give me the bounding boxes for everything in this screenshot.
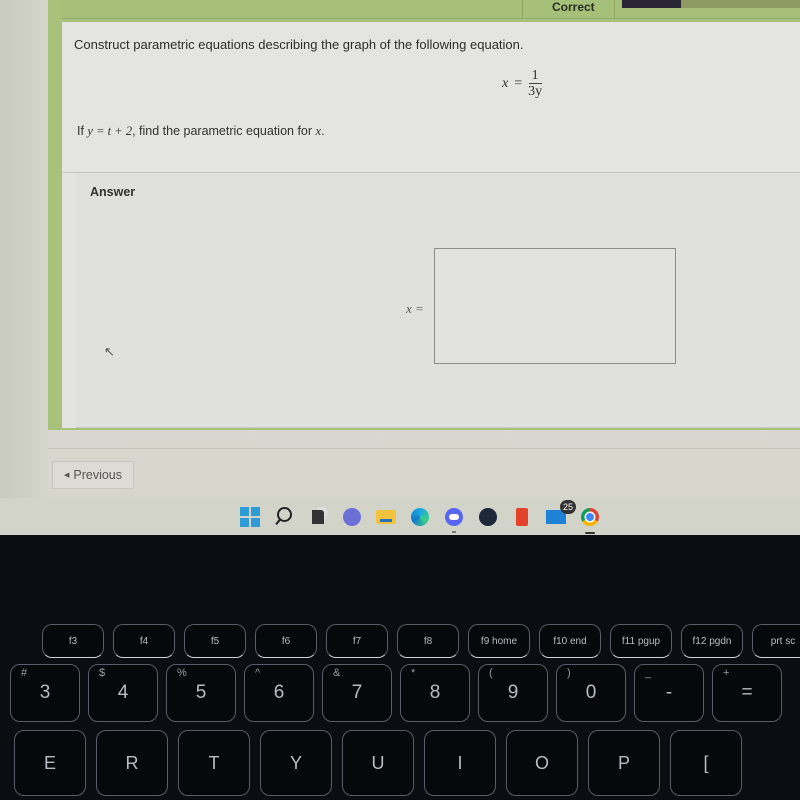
key-fn: f6	[255, 624, 317, 658]
fraction: 1 3y	[528, 68, 542, 99]
screen: Correct Construct parametric equations d…	[0, 0, 800, 535]
key-number: + =	[712, 664, 782, 722]
key-label: 7	[351, 682, 363, 703]
mouse-cursor-icon: ↖	[104, 344, 115, 359]
key-letter: Y	[260, 730, 332, 796]
key-fn: f7	[326, 624, 388, 658]
given-equation: x = 1 3y	[502, 68, 542, 99]
key-fn: f8	[397, 624, 459, 658]
laptop-keyboard: f3 f4 f5 f6 f7 f8 f9 home f10 end f11 pgup f12 pg…	[0, 620, 800, 800]
key-number: ) 0	[556, 664, 626, 722]
edge-browser-icon[interactable]	[409, 506, 431, 528]
key-shift-label: &	[333, 667, 341, 679]
windows-start-icon[interactable]	[239, 506, 261, 528]
key-shift-label: )	[567, 667, 571, 679]
fraction-denominator: 3y	[528, 84, 543, 99]
question-header-bar: Correct	[62, 0, 800, 19]
teams-chat-icon[interactable]	[341, 506, 363, 528]
key-label: 3	[39, 682, 51, 703]
steam-icon[interactable]	[477, 506, 499, 528]
key-number: (9	[478, 664, 548, 722]
key-shift-label: $	[99, 667, 106, 679]
file-explorer-icon[interactable]	[375, 506, 397, 528]
page-divider	[48, 448, 800, 449]
key-label: 5	[195, 682, 207, 703]
key-shift-label: _	[645, 667, 652, 679]
key-letter: P	[588, 730, 660, 796]
key-number: #3	[10, 664, 80, 722]
key-fn: f4	[113, 624, 175, 658]
fraction-numerator: 1	[528, 68, 542, 84]
key-letter: O	[506, 730, 578, 796]
key-fn: f12 pgdn	[681, 624, 743, 658]
key-shift-label: +	[723, 667, 730, 679]
given-condition: If y = t + 2, find the parametric equati…	[77, 124, 325, 139]
taskbar: 25	[0, 498, 800, 535]
question-prompt: Construct parametric equations describin…	[74, 37, 524, 52]
previous-label: Previous	[73, 468, 123, 482]
key-shift-label: *	[411, 667, 416, 679]
question-panel: Construct parametric equations describin…	[62, 22, 800, 172]
status-label: Correct	[552, 0, 595, 14]
key-letter: [	[670, 730, 742, 796]
header-divider	[522, 0, 523, 18]
key-shift-label: #	[21, 667, 28, 679]
search-icon[interactable]	[273, 506, 295, 528]
answer-input-label: x =	[406, 301, 424, 316]
answer-input[interactable]	[434, 248, 676, 364]
caret-left-icon: ◀	[63, 472, 70, 479]
key-shift-label: (	[489, 667, 493, 679]
key-number: * 8	[400, 664, 470, 722]
answer-heading: Answer	[90, 185, 136, 199]
chrome-icon[interactable]	[579, 506, 601, 534]
widgets-icon[interactable]	[307, 506, 329, 528]
key-number: % 5	[166, 664, 236, 722]
key-shift-label: %	[177, 667, 187, 679]
equation-equals: =	[514, 75, 523, 91]
key-number: ^ 6	[244, 664, 314, 722]
given-suffix: , find the parametric equation for	[132, 124, 316, 138]
key-shift-label: ^	[255, 667, 261, 679]
header-divider	[614, 0, 615, 18]
key-fn: prt sc	[752, 624, 800, 658]
key-label: 8	[429, 682, 441, 703]
mail-icon[interactable]: 25	[545, 499, 576, 528]
key-letter: R	[96, 730, 168, 796]
office-icon[interactable]	[511, 506, 533, 528]
key-label: -	[665, 682, 673, 703]
key-letter: I	[424, 730, 496, 796]
mail-badge: 25	[560, 499, 576, 514]
given-end: .	[321, 124, 325, 138]
key-letter: U	[342, 730, 414, 796]
answer-area: Answer x =	[76, 173, 800, 428]
given-prefix: If	[77, 124, 88, 138]
equation-lhs: x	[502, 75, 509, 91]
progress-bar	[622, 0, 800, 8]
key-number: & 7	[322, 664, 392, 722]
key-label: 0	[585, 682, 597, 703]
key-letter: T	[178, 730, 250, 796]
key-label: 4	[117, 682, 129, 703]
key-number: _ -	[634, 664, 704, 722]
progress-fill	[622, 0, 681, 8]
key-fn: f10 end	[539, 624, 601, 658]
key-label: 6	[273, 682, 285, 703]
previous-button[interactable]: ◀ Previous	[52, 461, 134, 489]
key-fn: f11 pgup	[610, 624, 672, 658]
key-number: $4	[88, 664, 158, 722]
key-fn: f9 home	[468, 624, 530, 658]
answer-panel: Answer x =	[62, 173, 800, 428]
key-label: =	[741, 682, 753, 703]
key-label: 9	[507, 682, 519, 703]
given-math: y = t + 2	[87, 124, 133, 138]
page-margin	[0, 0, 48, 535]
key-fn: f3	[42, 624, 104, 658]
key-fn: f5	[184, 624, 246, 658]
key-letter: E	[14, 730, 86, 796]
discord-icon[interactable]	[443, 506, 465, 533]
